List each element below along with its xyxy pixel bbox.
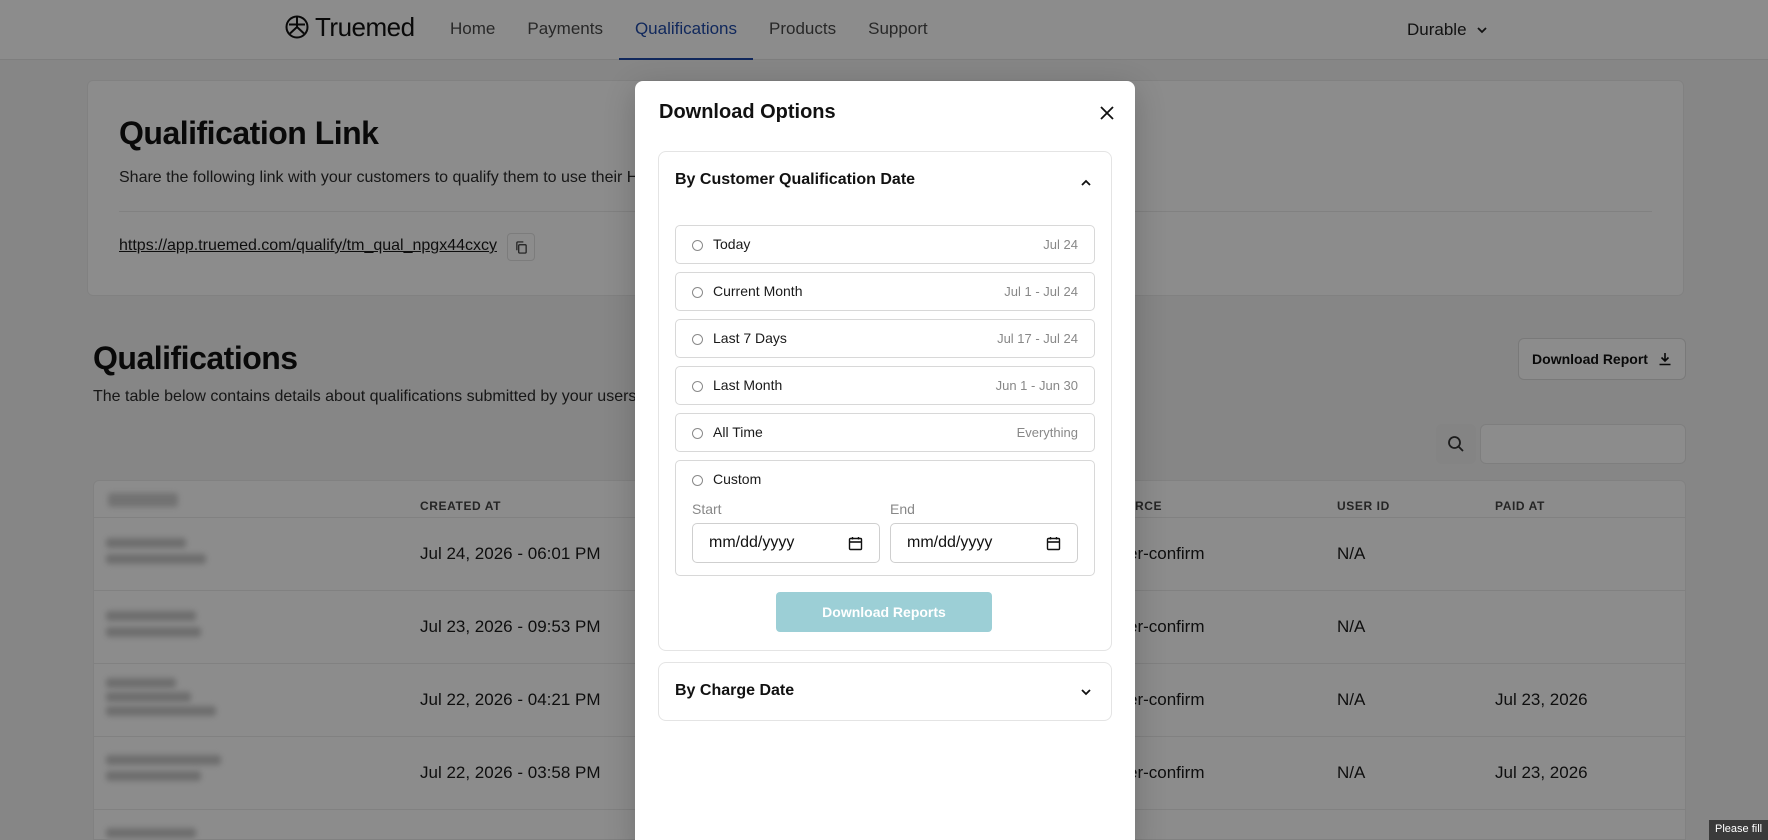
option-label: Today — [713, 236, 751, 252]
option-label: Last 7 Days — [713, 330, 787, 346]
option-range: Jun 1 - Jun 30 — [995, 378, 1078, 393]
calendar-icon[interactable] — [848, 536, 863, 551]
modal-title: Download Options — [659, 101, 836, 123]
download-reports-button[interactable]: Download Reports — [776, 592, 992, 632]
radio-button[interactable] — [692, 287, 703, 298]
calendar-icon[interactable] — [1046, 536, 1061, 551]
option-range: Everything — [1016, 425, 1078, 440]
option-last-7-days[interactable]: Last 7 Days Jul 17 - Jul 24 — [675, 319, 1095, 358]
radio-button[interactable] — [692, 475, 703, 486]
accordion-qualification-date: By Customer Qualification Date Today Jul… — [658, 151, 1112, 651]
option-label: Last Month — [713, 377, 783, 393]
accordion-charge-date[interactable]: By Charge Date — [658, 662, 1112, 721]
option-last-month[interactable]: Last Month Jun 1 - Jun 30 — [675, 366, 1095, 405]
start-date-value: mm/dd/yyyy — [709, 534, 795, 551]
option-label: Current Month — [713, 283, 803, 299]
end-date-label: End — [890, 501, 915, 517]
start-date-input[interactable]: mm/dd/yyyy — [692, 523, 880, 563]
option-label: Custom — [713, 471, 762, 487]
option-range: Jul 17 - Jul 24 — [997, 331, 1078, 346]
validation-tooltip: Please fill — [1709, 820, 1768, 840]
download-options-modal: Download Options By Customer Qualificati… — [635, 81, 1135, 840]
chevron-down-icon[interactable] — [1079, 685, 1093, 699]
accordion-title[interactable]: By Charge Date — [675, 682, 794, 700]
radio-button[interactable] — [692, 334, 703, 345]
radio-button[interactable] — [692, 428, 703, 439]
close-icon — [1100, 106, 1114, 120]
end-date-input[interactable]: mm/dd/yyyy — [890, 523, 1078, 563]
radio-button[interactable] — [692, 381, 703, 392]
option-all-time[interactable]: All Time Everything — [675, 413, 1095, 452]
option-label: All Time — [713, 424, 763, 440]
end-date-value: mm/dd/yyyy — [907, 534, 993, 551]
option-custom[interactable]: Custom Start End mm/dd/yyyy mm/dd/yyyy — [675, 460, 1095, 576]
chevron-up-icon[interactable] — [1079, 176, 1093, 190]
option-range: Jul 1 - Jul 24 — [1004, 284, 1078, 299]
option-current-month[interactable]: Current Month Jul 1 - Jul 24 — [675, 272, 1095, 311]
start-date-label: Start — [692, 501, 722, 517]
option-range: Jul 24 — [1043, 237, 1078, 252]
radio-button[interactable] — [692, 240, 703, 251]
close-button[interactable] — [1096, 102, 1118, 124]
accordion-title[interactable]: By Customer Qualification Date — [675, 171, 915, 189]
option-today[interactable]: Today Jul 24 — [675, 225, 1095, 264]
